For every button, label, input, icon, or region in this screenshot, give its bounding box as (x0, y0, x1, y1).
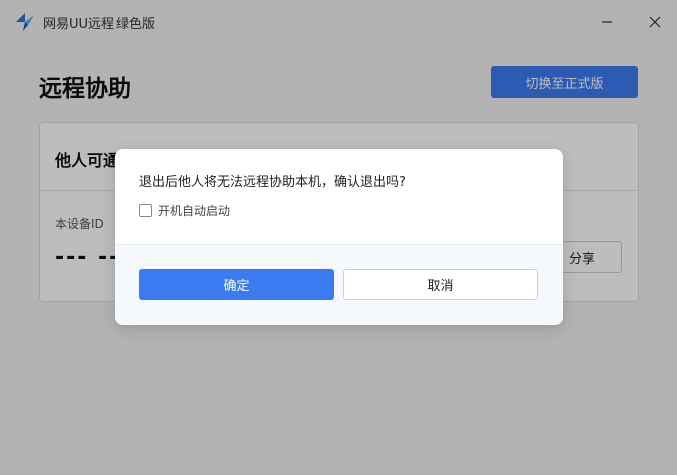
confirm-button[interactable]: 确定 (139, 269, 334, 300)
autostart-checkbox[interactable] (139, 204, 152, 217)
autostart-option[interactable]: 开机自动启动 (139, 202, 230, 219)
autostart-label: 开机自动启动 (158, 204, 231, 218)
exit-confirm-dialog: 退出后他人将无法远程协助本机，确认退出吗? 开机自动启动 确定 取消 (115, 149, 563, 325)
dialog-footer: 确定 取消 (115, 244, 563, 325)
dialog-message: 退出后他人将无法远程协助本机，确认退出吗? (139, 175, 406, 190)
cancel-button[interactable]: 取消 (343, 269, 538, 300)
